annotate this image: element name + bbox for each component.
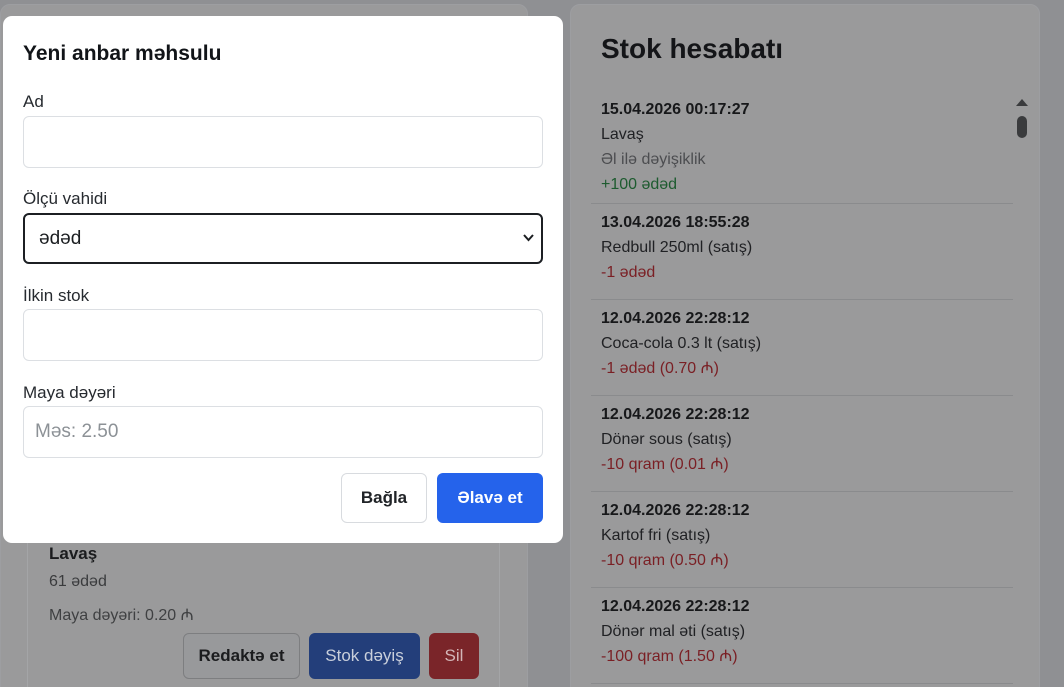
entry-name: Lavaş — [601, 126, 644, 143]
list-item: 12.04.2026 22:28:12 Dönər sous (satış) -… — [591, 396, 1013, 492]
entry-date: 12.04.2026 22:28:12 — [601, 310, 750, 327]
list-item: 12.04.2026 22:28:12 Dönər mal əti (satış… — [591, 588, 1013, 684]
product-card: Lavaş 61 ədəd Maya dəyəri: 0.20 ₼ Redakt… — [27, 521, 500, 687]
stock-change-button[interactable]: Stok dəyiş — [309, 633, 420, 679]
initial-stock-input[interactable] — [23, 309, 543, 361]
entry-date: 13.04.2026 18:55:28 — [601, 214, 750, 231]
scrollbar[interactable] — [1015, 96, 1029, 686]
product-name: Lavaş — [49, 544, 98, 563]
entry-delta: -100 qram (1.50 ₼) — [601, 648, 738, 665]
entry-name: Kartof fri (satış) — [601, 527, 711, 544]
add-button[interactable]: Əlavə et — [437, 473, 543, 523]
entry-delta: -10 qram (0.01 ₼) — [601, 456, 729, 473]
unit-label: Ölçü vahidi — [23, 189, 108, 208]
unit-select-value: ədəd — [39, 227, 82, 249]
entry-name: Redbull 250ml (satış) — [601, 239, 753, 256]
scroll-up-arrow-icon[interactable] — [1016, 99, 1028, 106]
entry-note: Əl ilə dəyişiklik — [601, 151, 706, 168]
entry-date: 15.04.2026 00:17:27 — [601, 101, 750, 118]
entry-delta: -10 qram (0.50 ₼) — [601, 552, 729, 569]
entry-date: 12.04.2026 22:28:12 — [601, 502, 750, 519]
stock-report-title: Stok hesabatı — [601, 33, 784, 64]
list-item: 13.04.2026 18:55:28 Redbull 250ml (satış… — [591, 204, 1013, 300]
product-cost: Maya dəyəri: 0.20 ₼ — [49, 607, 194, 624]
unit-select[interactable]: ədəd — [23, 213, 543, 264]
delete-button[interactable]: Sil — [429, 633, 479, 679]
entry-name: Coca-cola 0.3 lt (satış) — [601, 335, 762, 352]
product-quantity: 61 ədəd — [49, 573, 107, 590]
entry-delta: -1 ədəd — [601, 264, 656, 281]
stock-report-panel: Stok hesabatı 15.04.2026 00:17:27 Lavaş … — [570, 4, 1040, 687]
edit-button[interactable]: Redaktə et — [183, 633, 300, 679]
list-item: 12.04.2026 22:28:12 Kartof fri (satış) -… — [591, 492, 1013, 588]
cost-input[interactable] — [23, 406, 543, 458]
cost-label: Maya dəyəri — [23, 383, 116, 402]
new-product-modal: Yeni anbar məhsulu Ad Ölçü vahidi ədəd İ… — [3, 16, 563, 543]
entry-name: Dönər mal əti (satış) — [601, 623, 746, 640]
close-button[interactable]: Bağla — [341, 473, 427, 523]
name-input[interactable] — [23, 116, 543, 168]
name-label: Ad — [23, 92, 44, 111]
chevron-down-icon — [523, 234, 534, 242]
initial-stock-label: İlkin stok — [23, 286, 90, 305]
modal-title: Yeni anbar məhsulu — [23, 42, 222, 65]
entry-date: 12.04.2026 22:28:12 — [601, 598, 750, 615]
entry-date: 12.04.2026 22:28:12 — [601, 406, 750, 423]
entry-delta: +100 ədəd — [601, 176, 678, 193]
list-item: 15.04.2026 00:17:27 Lavaş Əl ilə dəyişik… — [591, 91, 1013, 204]
stock-report-list[interactable]: 15.04.2026 00:17:27 Lavaş Əl ilə dəyişik… — [591, 91, 1013, 684]
entry-name: Dönər sous (satış) — [601, 431, 732, 448]
entry-delta: -1 ədəd (0.70 ₼) — [601, 360, 719, 377]
list-item: 12.04.2026 22:28:12 Coca-cola 0.3 lt (sa… — [591, 300, 1013, 396]
scrollbar-thumb[interactable] — [1017, 116, 1027, 138]
